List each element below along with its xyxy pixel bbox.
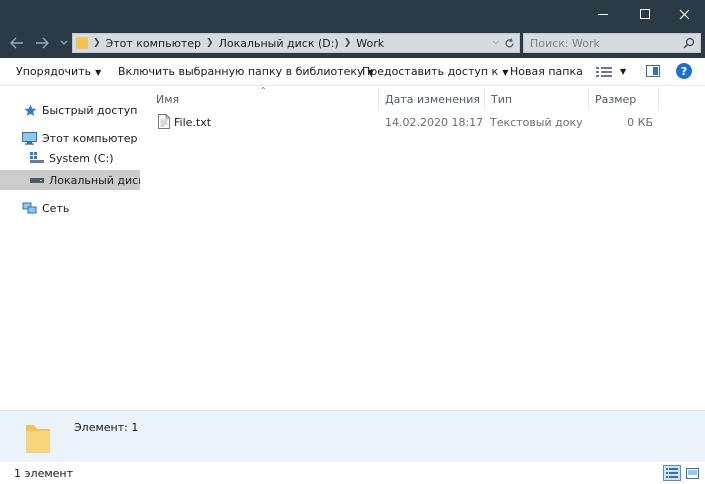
include-library-label: Включить выбранную папку в библиотеку [118,65,364,78]
computer-icon [22,131,37,145]
close-icon [679,9,689,19]
address-dropdown-icon[interactable]: ⌵ [493,37,499,47]
chevron-right-icon[interactable]: ❯ [344,38,352,48]
address-bar[interactable]: ❯ Этот компьютер ❯ Локальный диск (D:) ❯… [72,33,520,53]
share-label: Предоставить доступ к [362,65,499,78]
organize-button[interactable]: Упорядочить ▼ [16,65,101,78]
drive-icon [30,178,44,183]
search-placeholder: Поиск: Work [530,36,600,50]
network-icon [22,202,37,213]
folder-icon [76,37,88,49]
nav-item-network[interactable]: Сеть [0,198,140,218]
nav-item-label: Локальный диск (D:) [49,173,140,187]
details-pane: Элемент: 1 [0,410,705,462]
address-row: ❯ Этот компьютер ❯ Локальный диск (D:) ❯… [0,28,705,58]
details-item-count: Элемент: 1 [74,421,139,434]
command-bar: Упорядочить ▼ Включить выбранную папку в … [0,58,705,86]
star-icon [24,104,37,116]
breadcrumb-this-pc[interactable]: Этот компьютер [106,37,202,50]
column-header-type[interactable]: Тип [485,88,589,110]
view-options-icon[interactable] [596,66,612,78]
share-with-button[interactable]: Предоставить доступ к ▼ [362,65,508,78]
preview-pane-icon[interactable] [646,65,660,77]
nav-item-local-disk-d[interactable]: Локальный диск (D:) [0,170,140,190]
recent-locations-button[interactable] [58,34,70,52]
minimize-button[interactable] [582,0,624,28]
maximize-icon [640,9,650,19]
column-header-size[interactable]: Размер [589,88,659,110]
organize-label: Упорядочить [16,65,92,78]
arrow-right-icon [36,37,49,49]
back-button[interactable] [8,34,26,52]
chevron-right-icon[interactable]: ❯ [206,38,214,48]
nav-item-label: Сеть [42,201,70,215]
title-bar [0,0,705,28]
new-folder-button[interactable]: Новая папка [510,65,583,78]
new-folder-label: Новая папка [510,65,583,78]
file-list: ⌃ Имя Дата изменения Тип Размер File.txt… [140,86,705,410]
breadcrumb-work[interactable]: Work [356,37,384,50]
search-icon[interactable] [683,37,695,49]
large-icons-view-button[interactable] [684,465,700,481]
forward-button[interactable] [33,34,51,52]
chevron-down-icon [60,40,68,45]
column-header-date[interactable]: Дата изменения [379,88,485,110]
refresh-icon [504,37,514,47]
column-header-name[interactable]: Имя [150,88,379,110]
status-item-count: 1 элемент [14,467,73,480]
nav-item-label: Этот компьютер [42,131,138,145]
nav-item-label: System (C:) [49,151,114,165]
chevron-right-icon: ❯ [93,38,101,48]
nav-item-quick-access[interactable]: Быстрый доступ [0,100,140,120]
system-drive-icon [30,152,44,163]
file-size: 0 КБ [627,116,653,129]
nav-item-system-c[interactable]: System (C:) [0,148,140,168]
breadcrumb-local-disk[interactable]: Локальный диск (D:) [219,37,339,50]
refresh-button[interactable] [502,36,516,50]
caret-down-icon: ▼ [502,68,509,77]
status-bar: 1 элемент [0,462,705,484]
file-name: File.txt [174,116,212,129]
details-view-button[interactable] [663,465,681,481]
search-input[interactable]: Поиск: Work [523,33,701,53]
table-row[interactable]: File.txt 14.02.2020 18:17 Текстовый доку… [150,112,660,132]
file-date: 14.02.2020 18:17 [385,116,484,129]
navigation-pane: Быстрый доступ Этот компьютер System (C:… [0,86,140,410]
folder-icon [26,425,50,453]
nav-item-label: Быстрый доступ [42,103,138,117]
maximize-button[interactable] [624,0,666,28]
view-options-caret-icon[interactable]: ▼ [620,67,626,76]
file-type: Текстовый документ [490,116,582,129]
nav-item-this-pc[interactable]: Этот компьютер [0,128,140,148]
arrow-left-icon [10,37,23,49]
details-view-icon [666,468,678,478]
minimize-icon [598,13,608,15]
caret-down-icon: ▼ [95,68,102,77]
close-button[interactable] [663,0,705,28]
text-file-icon [158,114,170,129]
include-in-library-button[interactable]: Включить выбранную папку в библиотеку ▼ [118,65,374,78]
help-button[interactable]: ? [676,63,692,79]
large-icons-view-icon [685,467,699,479]
